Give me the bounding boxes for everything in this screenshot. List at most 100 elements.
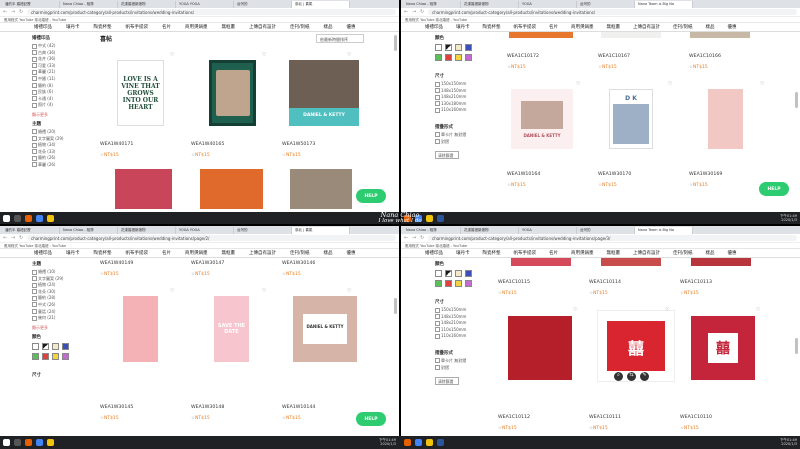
color-swatch[interactable] <box>445 280 452 287</box>
filter-checkbox[interactable]: 150x150mm <box>435 81 491 88</box>
product-sku[interactable]: WEA1C10167 <box>598 54 630 59</box>
color-swatch[interactable] <box>455 270 462 277</box>
menu-item[interactable]: 名片 <box>549 250 558 256</box>
browser-tab[interactable]: 台灣的 <box>234 1 292 8</box>
product-card-image[interactable]: LOVE IS A VINE THAT GROWS INTO OUR HEART <box>117 60 164 126</box>
menu-item[interactable]: 佳刊/刻紙 <box>290 24 310 30</box>
wishlist-heart-icon[interactable]: ♡ <box>576 81 580 87</box>
menu-item[interactable]: 陶瓷杯墊 <box>483 250 501 256</box>
browser-tab[interactable]: Nana Chiao - 相簿 <box>403 227 461 234</box>
url-bar[interactable]: charmingprint.com/product-category/all-p… <box>428 235 797 241</box>
product-card-image[interactable] <box>511 258 571 266</box>
menu-item[interactable]: 優惠 <box>347 24 356 30</box>
back-icon[interactable]: ← <box>404 235 409 241</box>
menu-item[interactable]: 優惠 <box>347 250 356 256</box>
product-card-image[interactable] <box>708 89 743 149</box>
word-icon[interactable] <box>437 438 444 446</box>
browser-tab[interactable]: YOGA YOGA <box>176 227 234 234</box>
product-sku[interactable]: WEA1C10111 <box>589 415 621 420</box>
product-sku[interactable]: WEA1W10164 <box>507 172 540 177</box>
filter-checkbox[interactable]: 民族 (6) <box>32 89 88 96</box>
forward-icon[interactable]: → <box>412 235 417 241</box>
menu-item[interactable]: 樣品 <box>324 250 333 256</box>
menu-item[interactable]: 帆布手提袋 <box>514 250 537 256</box>
scrollbar[interactable] <box>394 35 397 51</box>
search-icon[interactable] <box>14 438 21 446</box>
color-swatch[interactable] <box>52 342 59 350</box>
browser-tab[interactable]: YOGA <box>519 227 577 234</box>
back-icon[interactable]: ← <box>3 9 8 15</box>
product-card-image[interactable] <box>601 258 661 266</box>
filter-checkbox[interactable]: 110x160mm <box>435 333 491 340</box>
back-icon[interactable]: ← <box>404 9 409 15</box>
color-swatch[interactable] <box>465 270 472 277</box>
product-sku[interactable]: WEA1W40165 <box>191 142 224 147</box>
browser-tab[interactable]: 花漾婚禮新娘物 <box>461 1 519 8</box>
color-swatch[interactable] <box>435 270 442 277</box>
filter-checkbox[interactable]: 華麗 (21) <box>32 69 88 76</box>
scrollbar[interactable] <box>394 298 397 314</box>
filter-checkbox[interactable]: 華麗 (26) <box>32 162 88 169</box>
filter-checkbox[interactable]: 110x150mm <box>435 327 491 334</box>
filter-checkbox[interactable]: 單卡片 無對摺 <box>435 358 491 365</box>
browser-tab[interactable]: 潘的半 婚禮記實 <box>2 1 60 8</box>
color-swatch[interactable] <box>455 44 462 51</box>
menu-item[interactable]: 壤丹卡 <box>456 250 470 256</box>
product-card-image[interactable] <box>690 32 750 38</box>
menu-item[interactable]: 佳刊/刻紙 <box>673 250 693 256</box>
product-card-image[interactable] <box>508 316 572 380</box>
folder-icon[interactable] <box>47 438 54 446</box>
menu-item[interactable]: 樣品 <box>706 250 715 256</box>
menu-item[interactable]: 上傳自有設計 <box>249 250 276 256</box>
wishlist-heart-icon[interactable]: ♡ <box>170 52 174 58</box>
browser-tab-active[interactable]: Nana Team is Big No <box>635 1 693 8</box>
help-button[interactable]: HELP <box>356 412 386 426</box>
menu-item[interactable]: 商用燙鍋墨 <box>571 24 594 30</box>
product-card-image[interactable] <box>509 32 573 38</box>
menu-item[interactable]: 名片 <box>162 250 171 256</box>
reset-filters-button[interactable]: 清除篩選 <box>435 377 459 386</box>
browser-tab[interactable]: 花漾婚禮新娘物 <box>118 227 176 234</box>
scrollbar[interactable] <box>795 92 798 108</box>
menu-item[interactable]: 帆布手提袋 <box>126 24 149 30</box>
filter-checkbox[interactable]: 幾何 (21) <box>32 315 88 322</box>
filter-checkbox[interactable]: 單卡片 無對摺 <box>435 132 491 139</box>
menu-item[interactable]: 上傳自有設計 <box>249 24 276 30</box>
product-sku[interactable]: WEA1C10166 <box>689 54 721 59</box>
product-card-image[interactable]: DANIEL & KETTY <box>293 296 357 362</box>
filter-checkbox[interactable]: 植物 (24) <box>32 282 88 289</box>
show-more-link[interactable]: 顯示更多 <box>32 325 88 331</box>
menu-item[interactable]: 樣品 <box>324 24 333 30</box>
browser-tab[interactable]: 潘的半 婚禮記實 <box>2 227 60 234</box>
product-card-image[interactable]: 囍 <box>597 310 675 382</box>
wishlist-heart-icon[interactable]: ♡ <box>665 307 669 313</box>
product-sku[interactable]: WEA1C10115 <box>498 280 530 285</box>
browser-tab-active[interactable]: Nana Team is Big No <box>635 227 693 234</box>
filter-checkbox[interactable]: 簡約 (28) <box>32 295 88 302</box>
color-swatch[interactable] <box>445 54 452 61</box>
product-sku[interactable]: WEA1W30147 <box>191 261 224 266</box>
back-icon[interactable]: ← <box>3 235 8 241</box>
product-card-image[interactable] <box>209 60 256 126</box>
reload-icon[interactable]: ↻ <box>420 235 425 241</box>
reset-filters-button[interactable]: 清除篩選 <box>435 151 459 160</box>
browser-tab[interactable]: Nana Chiao - 相簿 <box>60 227 118 234</box>
menu-item[interactable]: 商用燙鍋墨 <box>185 250 208 256</box>
color-swatch[interactable] <box>62 352 69 360</box>
filter-checkbox[interactable]: 150x150mm <box>435 307 491 314</box>
product-card-image[interactable]: DANIEL & KETTY <box>289 60 359 126</box>
browser-tab[interactable]: YOGA <box>519 1 577 8</box>
color-swatch[interactable] <box>455 280 462 287</box>
wishlist-heart-icon[interactable]: ♡ <box>347 52 351 58</box>
filter-checkbox[interactable]: 148x210mm <box>435 94 491 101</box>
menu-item[interactable]: 無框畫 <box>222 24 236 30</box>
color-swatch[interactable] <box>62 342 69 350</box>
reload-icon[interactable]: ↻ <box>420 9 425 15</box>
product-sku[interactable]: WEA1W30170 <box>598 172 631 177</box>
menu-item[interactable]: 無框畫 <box>607 24 621 30</box>
product-sku[interactable]: WEA1C10114 <box>589 280 621 285</box>
product-sku[interactable]: WEA1W30169 <box>689 172 722 177</box>
menu-item[interactable]: 壤丹卡 <box>456 24 470 30</box>
menu-item[interactable]: 壤丹卡 <box>66 24 80 30</box>
forward-icon[interactable]: → <box>11 235 16 241</box>
